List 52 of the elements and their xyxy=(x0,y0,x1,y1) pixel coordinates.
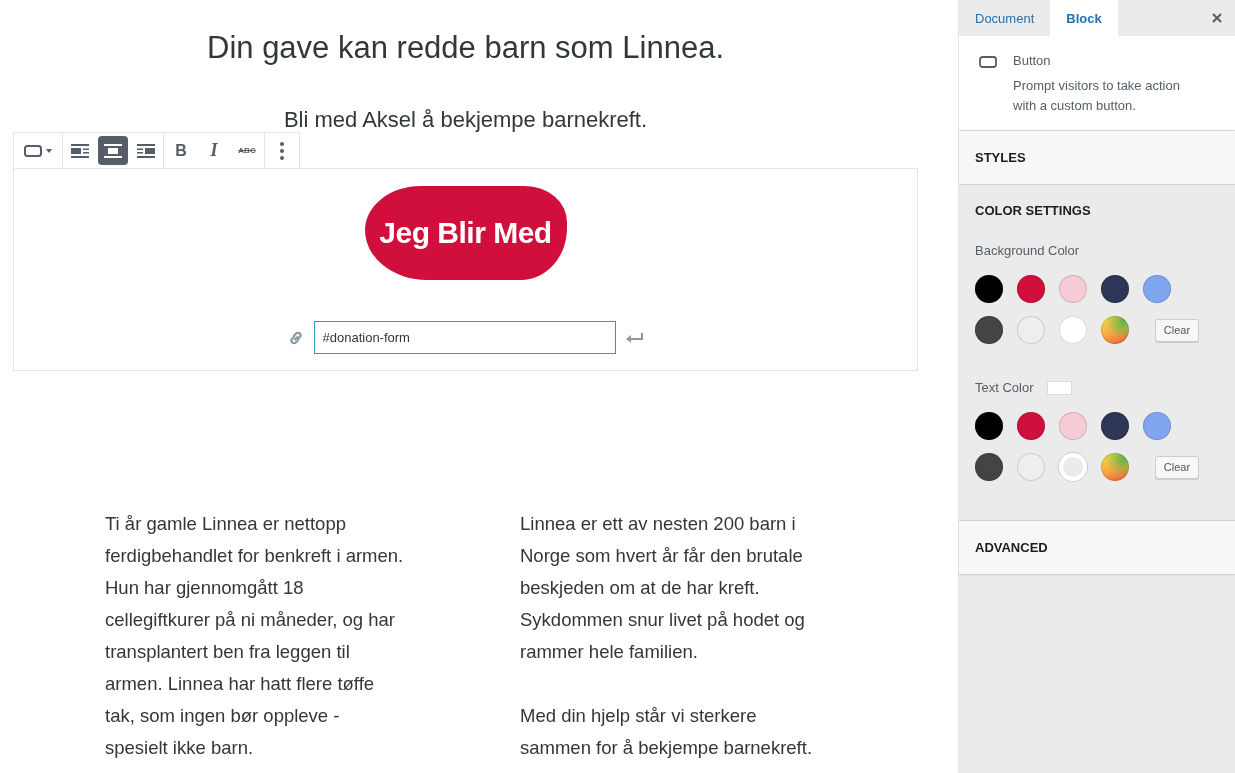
align-button[interactable] xyxy=(98,136,128,165)
color-label: Background Color xyxy=(975,243,1080,259)
color-swatch-icon[interactable] xyxy=(1059,453,1087,481)
donate-button[interactable]: Jeg Blir Med xyxy=(364,186,567,280)
align-icon xyxy=(71,142,89,159)
current-color-icon xyxy=(1046,381,1072,395)
sidebar-tab[interactable]: Block xyxy=(1050,0,1118,36)
rectangle-icon xyxy=(24,144,42,157)
color-swatch-icon[interactable] xyxy=(1143,275,1171,303)
clear-button[interactable]: Clear xyxy=(1155,318,1199,342)
return-arrow-icon xyxy=(625,331,644,344)
color-swatch-icon[interactable] xyxy=(1017,275,1045,303)
panel-title[interactable]: COLOR SETTINGS xyxy=(959,185,1235,219)
more-icon xyxy=(280,141,284,160)
panel-title[interactable]: ADVANCED xyxy=(959,521,1235,574)
sidebar-tab[interactable]: Document xyxy=(959,0,1051,36)
body-paragraph: Linnea er ett av nesten 200 barn i Norge som hvert år får den brutale beskjeden om at de har kreft. Sykdommen snur livet på hodet og rammer hele familien. xyxy=(520,512,806,664)
bold-button[interactable]: B xyxy=(166,136,196,165)
link-icon xyxy=(287,329,304,346)
block-name: Button xyxy=(1013,53,1052,69)
color-swatch-icon[interactable] xyxy=(1059,316,1087,344)
gradient-swatch-icon[interactable] xyxy=(1101,453,1129,481)
color-swatch-icon[interactable] xyxy=(975,453,1003,481)
page-subheading: Bli med Aksel å bekjempe barnekreft. xyxy=(282,108,649,132)
color-swatch-icon[interactable] xyxy=(1059,412,1087,440)
italic-button[interactable]: I xyxy=(199,136,229,165)
color-swatch-icon[interactable] xyxy=(1101,275,1129,303)
gradient-swatch-icon[interactable] xyxy=(1101,316,1129,344)
apply-button[interactable] xyxy=(625,331,644,344)
page-heading: Din gave kan redde barn som Linnea. xyxy=(206,30,725,66)
color-label: Text Color xyxy=(975,380,1034,396)
color-swatch-icon[interactable] xyxy=(1017,316,1045,344)
align-icon xyxy=(137,142,155,159)
body-paragraph: Med din hjelp står vi sterkere sammen for å bekjempe barnekreft. xyxy=(520,704,814,760)
panel-title[interactable]: STYLES xyxy=(959,131,1235,184)
rectangle-icon xyxy=(979,56,997,68)
block-description: Prompt visitors to take action with a custom button. xyxy=(1013,77,1181,115)
body-paragraph: Ti år gamle Linnea er nettopp ferdigbehandlet for benkreft i armen. Hun har gjennomgått 18 cellegiftkurer på ni måneder, og har transplantert ben fra leggen til armen. Linnea har hatt flere tøffe tak, som ingen bør oppleve - spesielt ikke barn. xyxy=(105,512,405,760)
color-swatch-icon[interactable] xyxy=(1143,412,1171,440)
url-input[interactable]: #donation-form xyxy=(313,321,616,354)
color-swatch-icon[interactable] xyxy=(975,275,1003,303)
align-icon xyxy=(104,142,122,159)
color-swatch-icon[interactable] xyxy=(1017,453,1045,481)
caret-icon xyxy=(46,148,52,153)
color-swatch-icon[interactable] xyxy=(1017,412,1045,440)
color-swatch-icon[interactable] xyxy=(975,316,1003,344)
color-swatch-icon[interactable] xyxy=(1059,275,1087,303)
color-swatch-icon[interactable] xyxy=(975,412,1003,440)
close-icon xyxy=(1212,13,1222,23)
color-swatch-icon[interactable] xyxy=(1101,412,1129,440)
clear-button[interactable]: Clear xyxy=(1155,455,1199,479)
strikethrough-button[interactable]: ABC xyxy=(232,136,262,165)
